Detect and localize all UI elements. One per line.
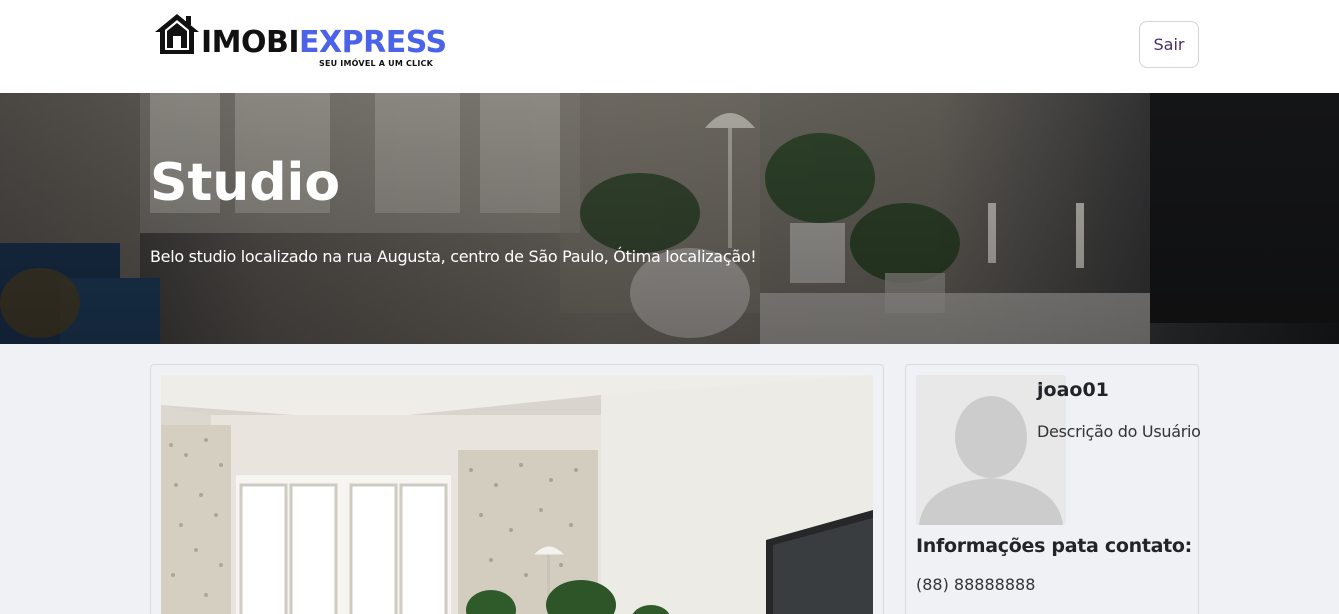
hero-overlay xyxy=(0,93,1339,344)
listing-hero-banner: Studio Belo studio localizado na rua Aug… xyxy=(0,93,1339,344)
listing-title: Studio xyxy=(150,153,341,213)
contact-phone: (88) 88888888 xyxy=(916,575,1036,594)
imobiexpress-logo[interactable]: IMOBIEXPRESS SEU IMÓVEL A UM CLICK xyxy=(153,12,453,72)
top-navbar: IMOBIEXPRESS SEU IMÓVEL A UM CLICK Sair xyxy=(0,0,1339,93)
listing-photo[interactable] xyxy=(161,375,873,614)
room-photo-image xyxy=(161,375,873,614)
owner-description: Descrição do Usuário xyxy=(1037,422,1201,441)
logo-wordmark: IMOBIEXPRESS xyxy=(201,26,447,60)
owner-info-card: joao01 Descrição do Usuário Informações … xyxy=(905,364,1201,614)
logo-text-express: EXPRESS xyxy=(299,25,447,60)
logout-button[interactable]: Sair xyxy=(1139,21,1199,68)
listing-description: Belo studio localizado na rua Augusta, c… xyxy=(150,247,757,266)
owner-username: joao01 xyxy=(1037,379,1109,401)
logo-tagline: SEU IMÓVEL A UM CLICK xyxy=(319,59,434,68)
house-icon xyxy=(155,14,199,54)
logo-text-imobi: IMOBI xyxy=(201,25,300,60)
listing-photo-card xyxy=(150,364,884,614)
contact-heading: Informações pata contato: xyxy=(916,535,1192,557)
